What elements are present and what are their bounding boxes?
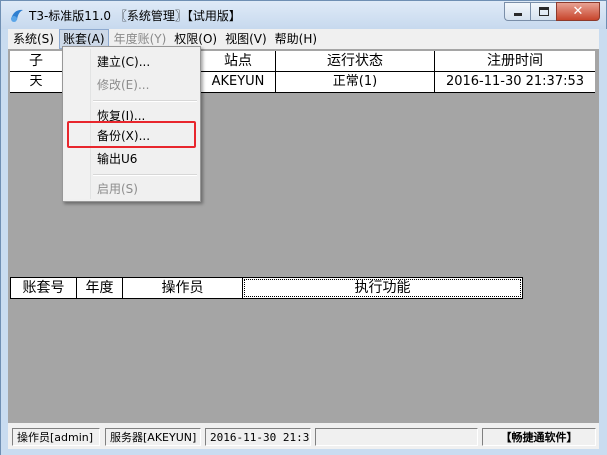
minimize-icon — [514, 13, 522, 16]
menu-item-enable[interactable]: 启用(S) — [65, 178, 198, 200]
menu-item-modify[interactable]: 修改(E)... — [65, 74, 198, 96]
menu-system[interactable]: 系统(S) — [10, 29, 57, 49]
maximize-icon — [539, 7, 549, 16]
window-border-bottom — [1, 449, 607, 455]
status-brand: 【畅捷通软件】 — [482, 428, 596, 446]
window-border-right — [599, 29, 607, 449]
window-controls: ✕ — [504, 2, 600, 21]
column-header-function[interactable]: 执行功能 — [243, 278, 522, 298]
status-bar: 操作员[admin] 服务器[AKEYUN] 2016-11-30 21:38 … — [8, 426, 599, 448]
minimize-button[interactable] — [504, 2, 530, 21]
close-button[interactable]: ✕ — [556, 2, 600, 21]
title-bar[interactable]: T3-标准版11.0 〖系统管理〗【试用版】 ✕ — [1, 1, 606, 29]
task-list-table: 账套号 年度 操作员 执行功能 — [10, 277, 523, 299]
column-header-register-time[interactable]: 注册时间 — [435, 51, 595, 72]
table-cell-time: 2016-11-30 21:37:53 — [445, 74, 585, 89]
maximize-button[interactable] — [530, 2, 556, 21]
status-operator: 操作员[admin] — [12, 428, 100, 446]
menu-view[interactable]: 视图(V) — [222, 29, 270, 49]
column-header[interactable]: 子 — [10, 51, 63, 72]
menu-help[interactable]: 帮助(H) — [272, 29, 320, 49]
table-cell-status: 正常(1) — [276, 72, 435, 93]
table-cell-site: AKEYUN — [201, 72, 276, 93]
status-server: 服务器[AKEYUN] — [105, 428, 201, 446]
menu-separator — [93, 100, 197, 102]
menu-item-create[interactable]: 建立(C)... — [65, 51, 198, 73]
status-blank — [315, 428, 478, 446]
column-header-operator[interactable]: 操作员 — [123, 278, 243, 298]
column-header-account-id[interactable]: 账套号 — [11, 278, 77, 298]
menu-separator — [93, 174, 197, 176]
column-header-site[interactable]: 站点 — [201, 51, 276, 72]
column-header-run-status[interactable]: 运行状态 — [276, 51, 435, 72]
app-logo-icon — [11, 9, 23, 22]
column-header-year[interactable]: 年度 — [77, 278, 123, 298]
highlight-annotation-box — [67, 121, 196, 148]
status-datetime: 2016-11-30 21:38 — [205, 428, 311, 446]
menu-item-export-u6[interactable]: 输出U6 — [65, 148, 198, 170]
table-cell: 天 — [10, 72, 63, 93]
app-window: T3-标准版11.0 〖系统管理〗【试用版】 ✕ 系统(S) 账套(A) 年度账… — [0, 0, 607, 455]
close-icon: ✕ — [572, 4, 584, 19]
window-title: T3-标准版11.0 〖系统管理〗【试用版】 — [29, 9, 241, 23]
